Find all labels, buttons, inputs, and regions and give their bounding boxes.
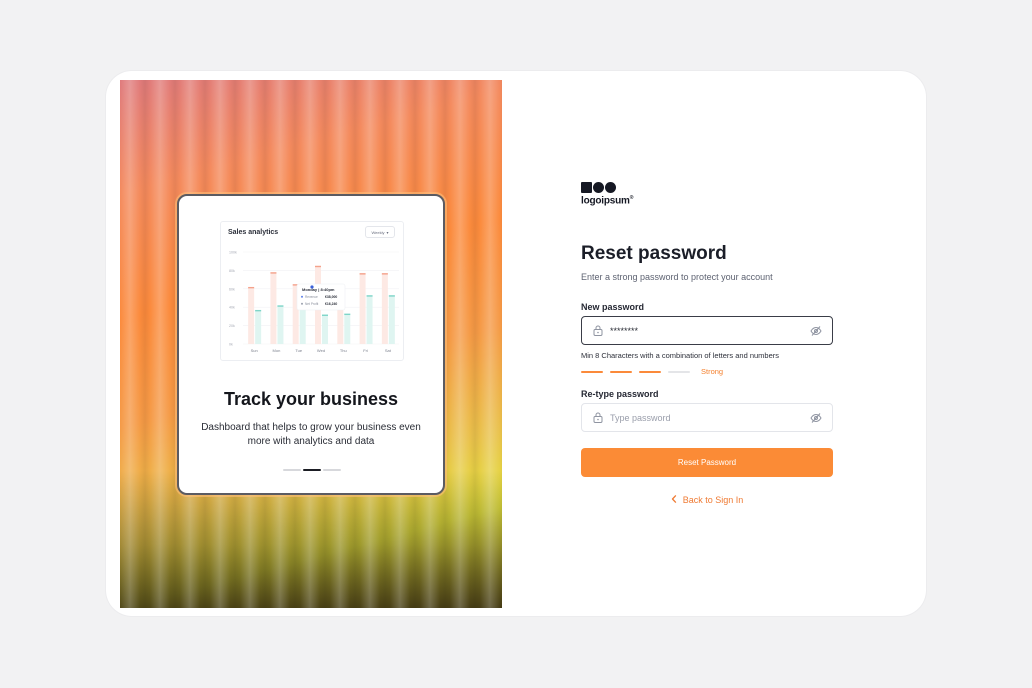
highlight-point [310,285,314,289]
bar-revenue [248,286,255,344]
pager-dot-1[interactable] [283,469,301,471]
hero-subtitle: Dashboard that helps to grow your busine… [201,422,421,447]
logo-mark-icon [581,181,633,193]
chevron-left-icon [671,495,677,505]
chevron-down-icon: ▾ [386,229,389,235]
reset-password-form: logoipsum® Reset password Enter a strong… [581,71,851,616]
bar-cap [344,313,351,316]
strength-segment-4 [668,370,690,373]
bar-cap [315,265,321,268]
tooltip-row-label: Net Profit [305,302,318,306]
logo-text: logoipsum® [581,195,634,207]
hero-panel: Sales analytics Weekly ▾ 100k 80k 60k 40k 20… [120,80,502,608]
carousel-pager [283,469,341,471]
strength-segment-3 [639,370,661,373]
bar-net-profit [366,295,373,344]
x-tick-label: Wed [317,348,325,353]
bar-net-profit [255,309,262,344]
pager-dot-2[interactable] [303,469,321,471]
bar-cap [255,309,262,312]
bar-cap [359,273,366,275]
eye-off-icon[interactable] [810,325,822,337]
analytics-title: Sales analytics [228,229,279,236]
lock-icon [592,412,604,424]
back-to-sign-in-label: Back to Sign In [682,495,744,505]
retype-password-field[interactable] [581,403,833,432]
bar-net-profit [388,295,395,344]
bar-cap [248,286,255,289]
page-subtitle: Enter a strong password to protect your … [581,272,773,282]
bar-cap [322,314,328,316]
period-select-value: Weekly [371,229,385,235]
auth-card: Sales analytics Weekly ▾ 100k 80k 60k 40k 20… [106,71,926,616]
page-title: Reset password [581,243,727,264]
hero-title: Track your business [223,389,399,409]
bar-revenue [337,305,344,344]
period-select[interactable]: Weekly ▾ [365,226,395,238]
x-tick-label: Thu [340,348,347,353]
y-tick-label: 100k [229,251,237,255]
y-tick-label: 60k [229,287,235,291]
lock-icon [592,325,604,337]
back-to-sign-in-link[interactable]: Back to Sign In [581,495,833,505]
x-tick-label: Sun [251,348,258,353]
retype-password-label: Re-type password [581,389,659,399]
bar-revenue [381,273,388,344]
bar-cap [277,305,284,307]
tooltip-row-value: €38,000 [325,295,337,299]
x-tick-label: Sat [385,348,392,353]
x-tick-label: Mon [273,348,281,353]
logo: logoipsum® [581,181,633,206]
bar-cap [388,295,395,297]
reset-password-button[interactable]: Reset Password [581,448,833,477]
x-tick-label: Tue [295,348,303,353]
tooltip-row-value: €16,240 [325,302,337,306]
new-password-input[interactable] [610,325,810,336]
bar-revenue [359,273,366,344]
tooltip-row-label: Revenue [305,295,318,299]
y-tick-label: 40k [229,306,235,310]
retype-password-input[interactable] [610,412,810,423]
strength-segment-2 [610,370,632,373]
sales-chart: 100k 80k 60k 40k 20k 0k Sun Mon Tue Wed Thu Fri Sat M… [229,251,399,353]
new-password-field[interactable] [581,316,833,345]
strength-label: Strong [701,367,724,376]
hero-feature-card: Sales analytics Weekly ▾ 100k 80k 60k 40k 20… [177,194,445,495]
y-tick-label: 20k [229,324,235,328]
bar-net-profit [344,313,351,344]
bar-net-profit [277,305,284,344]
strength-segment-1 [581,370,603,373]
bar-net-profit [299,307,306,344]
x-tick-label: Fri [363,348,368,353]
password-hint: Min 8 Characters with a combination of l… [581,351,780,360]
y-tick-label: 0k [229,343,233,347]
tooltip-title: Monday | 8:40pm [302,287,335,292]
y-tick-label: 80k [229,269,235,273]
tooltip-dot [301,302,303,305]
bar-net-profit [322,314,328,344]
bar-cap [381,273,388,275]
eye-off-icon[interactable] [810,412,822,424]
bar-cap [270,272,277,274]
password-strength-meter: Strong [581,367,723,376]
bar-revenue [270,272,277,344]
bar-cap [366,295,373,297]
tooltip-dot [301,295,303,298]
sales-analytics-widget: Sales analytics Weekly ▾ 100k 80k 60k 40k 20… [220,221,404,361]
pager-dot-3[interactable] [323,469,341,471]
new-password-label: New password [581,302,645,312]
